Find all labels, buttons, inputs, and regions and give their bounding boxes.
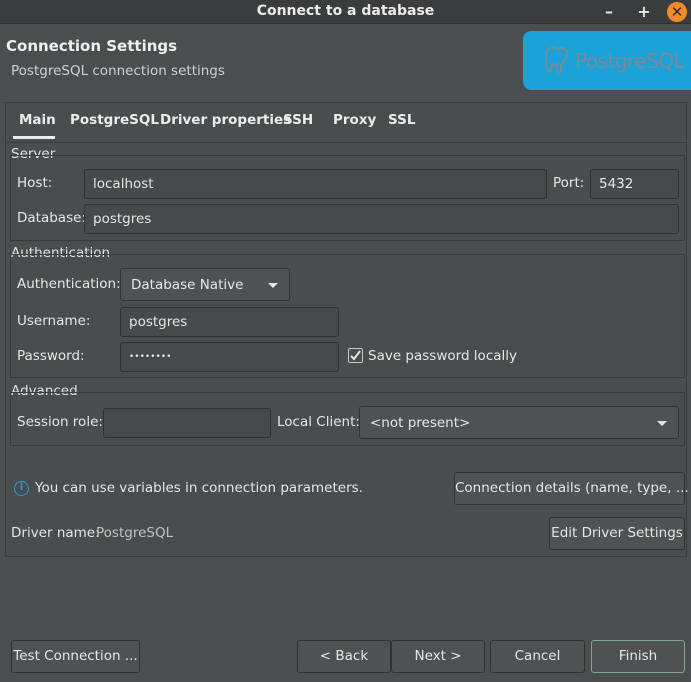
tab-proxy[interactable]: Proxy — [333, 112, 376, 128]
password-input[interactable]: •••••••• — [120, 342, 339, 372]
next-button[interactable]: Next > — [391, 640, 485, 673]
title-bar: Connect to a database – + ✕ — [0, 0, 691, 24]
window-title: Connect to a database — [256, 3, 435, 19]
local-client-select-value: <not present> — [370, 415, 471, 431]
tab-driver-properties[interactable]: Driver properties — [160, 112, 291, 128]
minimize-button[interactable]: – — [599, 2, 619, 22]
tab-main[interactable]: Main — [19, 112, 56, 128]
page-subtitle: PostgreSQL connection settings — [11, 63, 225, 79]
tab-postgresql[interactable]: PostgreSQL — [70, 112, 159, 128]
local-client-select[interactable]: <not present> — [359, 406, 679, 439]
username-label: Username: — [17, 313, 91, 329]
back-button[interactable]: < Back — [297, 640, 391, 673]
page-title: Connection Settings — [6, 37, 178, 55]
driver-name-value: PostgreSQL — [96, 525, 174, 541]
port-input[interactable]: 5432 — [590, 169, 679, 199]
variables-info-text: You can use variables in connection para… — [35, 480, 363, 496]
authentication-select[interactable]: Database Native — [120, 268, 290, 301]
driver-name-label: Driver name: — [11, 525, 100, 541]
connection-details-button[interactable]: Connection details (name, type, ... ) — [454, 472, 691, 505]
close-button[interactable]: ✕ — [667, 2, 687, 22]
password-label: Password: — [17, 348, 85, 364]
authentication-label: Authentication: — [17, 276, 121, 292]
checkmark-icon — [350, 350, 361, 361]
database-input[interactable]: postgres — [84, 204, 679, 234]
elephant-icon — [544, 46, 569, 74]
test-connection-button[interactable]: Test Connection ... — [11, 640, 140, 673]
authentication-select-value: Database Native — [131, 277, 244, 293]
chevron-down-icon — [657, 421, 667, 426]
host-input[interactable]: localhost — [84, 169, 547, 199]
session-role-label: Session role: — [17, 414, 103, 430]
active-tab-indicator — [13, 136, 55, 139]
database-label: Database: — [17, 210, 86, 226]
session-role-input[interactable] — [103, 408, 271, 438]
tab-ssh[interactable]: SSH — [283, 112, 313, 128]
finish-button[interactable]: Finish — [591, 640, 685, 673]
tab-ssl[interactable]: SSL — [388, 112, 415, 128]
maximize-button[interactable]: + — [634, 2, 654, 22]
local-client-label: Local Client: — [277, 414, 360, 430]
username-input[interactable]: postgres — [120, 307, 339, 337]
info-icon: i — [14, 481, 29, 496]
edit-driver-settings-button[interactable]: Edit Driver Settings — [549, 517, 685, 550]
cancel-button[interactable]: Cancel — [490, 640, 585, 673]
logo-text: PostgreSQL — [575, 49, 685, 73]
save-password-label[interactable]: Save password locally — [368, 348, 517, 364]
host-label: Host: — [17, 175, 53, 191]
save-password-checkbox[interactable] — [348, 348, 363, 363]
chevron-down-icon — [268, 283, 278, 288]
tab-divider — [6, 142, 686, 143]
port-label: Port: — [553, 175, 585, 191]
